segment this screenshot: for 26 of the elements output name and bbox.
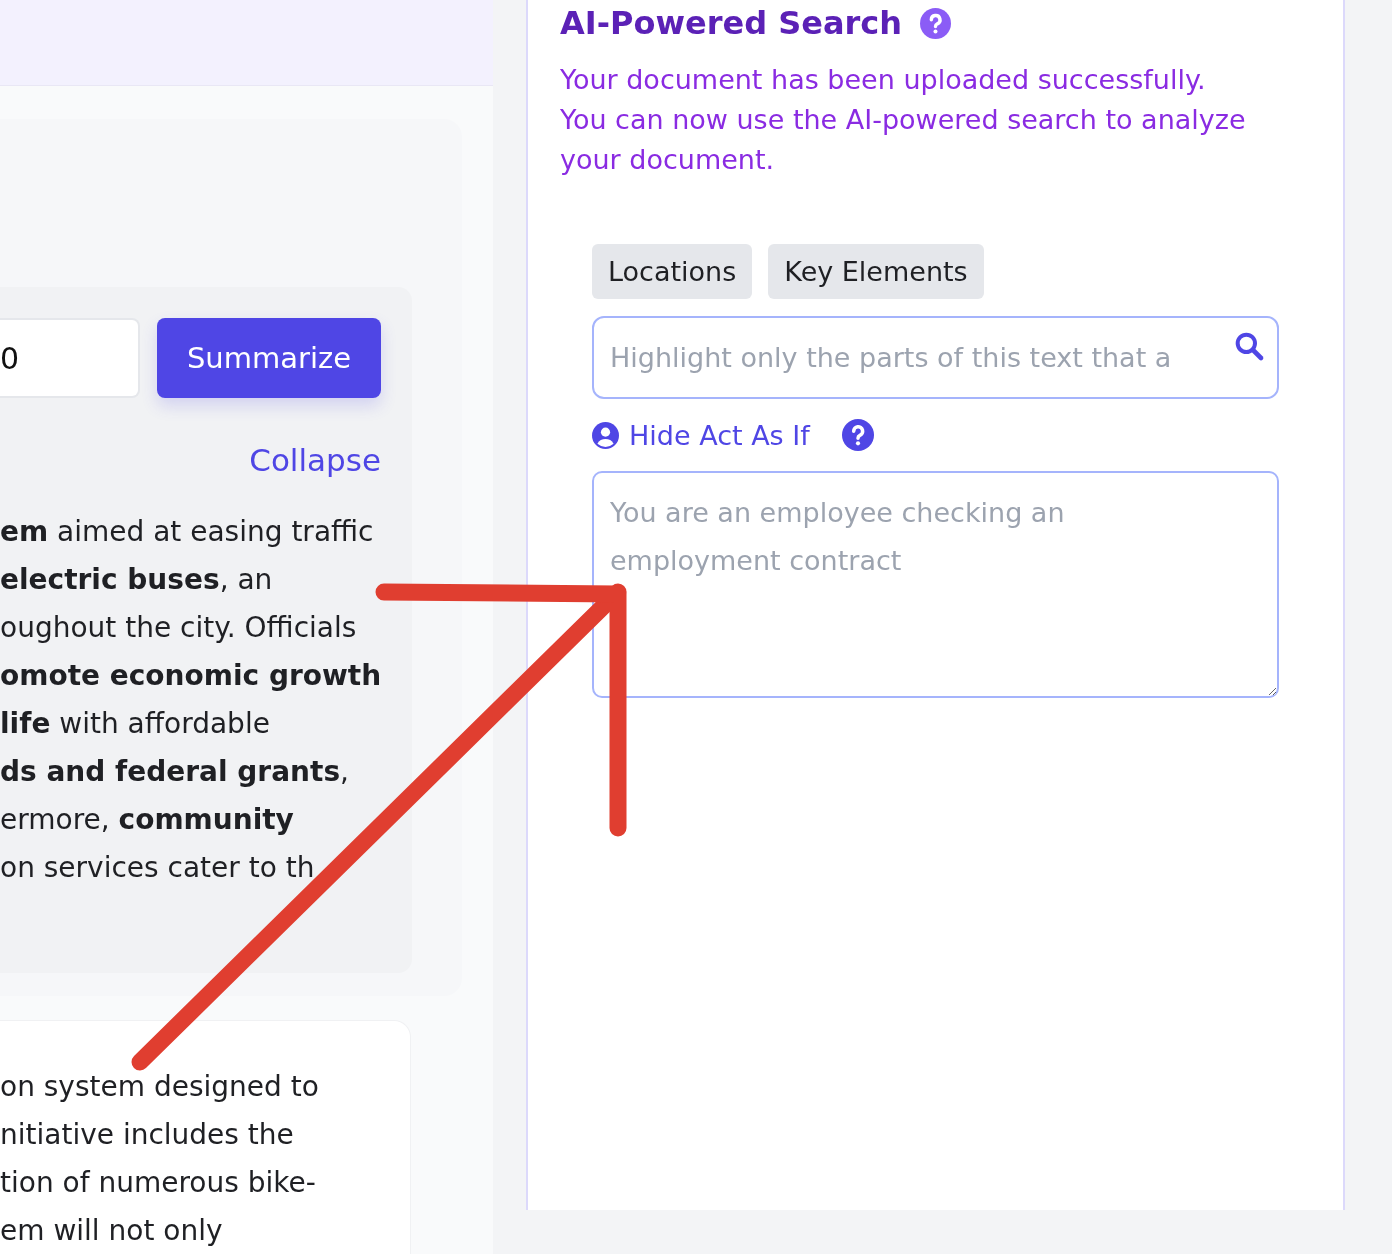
collapse-link[interactable]: Collapse (249, 442, 381, 478)
document-text: tion of numerous bike- (0, 1165, 316, 1201)
panel-title: AI-Powered Search (560, 4, 903, 42)
document-text: nitiative includes the (0, 1117, 294, 1153)
help-icon[interactable] (841, 419, 874, 451)
summary-text: ds and federal grants, (0, 754, 349, 790)
act-as-toggle[interactable]: Hide Act As If (592, 419, 810, 451)
act-as-field[interactable]: You are an employee checking an employment contract (592, 471, 1279, 698)
summary-text: on services cater to th (0, 850, 315, 886)
summarize-button[interactable]: Summarize (157, 318, 381, 398)
summary-text: life with affordable (0, 706, 270, 742)
filter-chip[interactable]: Locations (592, 244, 753, 299)
help-icon[interactable] (920, 7, 952, 39)
filter-chip[interactable]: Key Elements (768, 244, 984, 299)
summary-text: ermore, community (0, 802, 294, 838)
summary-text: omote economic growth (0, 658, 382, 694)
summary-text: electric buses, an (0, 562, 273, 598)
count-field[interactable]: 0 (0, 318, 140, 398)
upload-message: Your document has been uploaded successfully. You can now use the AI-powered search to analyze your document. (560, 63, 1247, 177)
summary-text: oughout the city. Officials (0, 610, 357, 646)
search-icon[interactable] (1233, 330, 1265, 362)
summary-text: em aimed at easing traffic (0, 514, 374, 550)
document-text: em will not only (0, 1213, 223, 1249)
user-icon (592, 421, 619, 449)
document-text: on system designed to (0, 1069, 319, 1105)
search-field[interactable]: Highlight only the parts of this text that a (592, 316, 1279, 399)
